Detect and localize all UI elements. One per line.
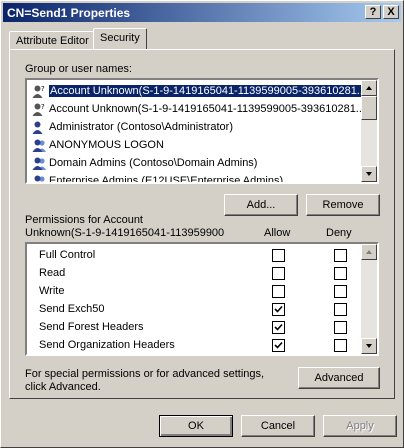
deny-column-header: Deny bbox=[326, 227, 352, 239]
permissions-label-line1: Permissions for Account bbox=[25, 214, 143, 226]
close-button[interactable]: X bbox=[383, 5, 399, 19]
svg-text:?: ? bbox=[41, 103, 45, 111]
user-list-item-label: Account Unknown(S-1-9-1419165041-1139599… bbox=[49, 85, 367, 97]
arrow-up-icon bbox=[366, 250, 372, 254]
permission-name: Send Exch50 bbox=[39, 303, 105, 315]
remove-button[interactable]: Remove bbox=[306, 194, 380, 216]
permissions-listbox[interactable]: Full Control Read Write Send Exch50 Send For… bbox=[25, 242, 379, 356]
arrow-down-icon bbox=[366, 344, 372, 348]
special-permissions-note-line2: click Advanced. bbox=[25, 381, 101, 393]
user-list-item[interactable]: Enterprise Admins (E12USE\Enterprise Adm… bbox=[29, 172, 284, 184]
users-listbox[interactable]: ? Account Unknown(S-1-9-1419165041-113959… bbox=[25, 78, 379, 184]
permission-row: Send Forest Headers bbox=[29, 318, 359, 336]
users-scrollbar[interactable] bbox=[361, 80, 377, 182]
tab-label: Attribute Editor bbox=[16, 35, 89, 47]
deny-checkbox[interactable] bbox=[334, 303, 347, 316]
scroll-up-button[interactable] bbox=[361, 244, 377, 260]
permission-name: Send Forest Headers bbox=[39, 321, 144, 333]
scroll-thumb[interactable] bbox=[361, 96, 377, 120]
user-list-item[interactable]: Administrator (Contoso\Administrator) bbox=[29, 118, 233, 136]
cancel-button[interactable]: Cancel bbox=[241, 415, 315, 437]
deny-checkbox[interactable] bbox=[334, 285, 347, 298]
window-title: CN=Send1 Properties bbox=[7, 6, 131, 20]
user-list-item[interactable]: ? Account Unknown(S-1-9-1419165041-113959… bbox=[29, 100, 365, 118]
add-button[interactable]: Add... bbox=[224, 194, 298, 216]
user-list-item[interactable]: Domain Admins (Contoso\Domain Admins) bbox=[29, 154, 257, 172]
svg-text:?: ? bbox=[41, 85, 45, 93]
scroll-down-button[interactable] bbox=[361, 166, 377, 182]
permission-row: Write bbox=[29, 282, 359, 300]
tab-attribute-editor[interactable]: Attribute Editor bbox=[9, 31, 95, 49]
apply-button[interactable]: Apply bbox=[323, 415, 397, 437]
allow-checkbox[interactable] bbox=[272, 249, 285, 262]
unknown-user-icon: ? bbox=[32, 103, 45, 116]
deny-checkbox[interactable] bbox=[334, 321, 347, 334]
user-list-item-label: Account Unknown(S-1-9-1419165041-1139599… bbox=[49, 103, 365, 115]
unknown-user-icon: ? bbox=[32, 85, 45, 98]
tab-security[interactable]: Security bbox=[93, 28, 147, 49]
permission-row: Read bbox=[29, 264, 359, 282]
group-icon bbox=[32, 157, 46, 170]
title-bar[interactable]: CN=Send1 Properties ? X bbox=[3, 3, 401, 22]
permission-row: Send Exch50 bbox=[29, 300, 359, 318]
permission-name: Write bbox=[39, 285, 65, 297]
ok-button-label: OK bbox=[188, 420, 204, 432]
permission-name: Send Organization Headers bbox=[39, 339, 175, 351]
deny-checkbox[interactable] bbox=[334, 249, 347, 262]
user-icon bbox=[32, 121, 43, 134]
group-user-names-label: Group or user names: bbox=[25, 63, 132, 75]
scroll-up-button[interactable] bbox=[361, 80, 377, 96]
advanced-button[interactable]: Advanced bbox=[298, 367, 380, 389]
permissions-label-line2: Unknown(S-1-9-1419165041-113959900 bbox=[25, 227, 225, 239]
tab-label: Security bbox=[100, 32, 140, 44]
user-list-item-label: Administrator (Contoso\Administrator) bbox=[49, 121, 234, 133]
security-panel: Group or user names: ? Account Unknown(S-… bbox=[9, 49, 395, 399]
user-list-item-label: Domain Admins (Contoso\Domain Admins) bbox=[49, 157, 258, 169]
permission-name: Read bbox=[39, 267, 66, 279]
special-permissions-note-line1: For special permissions or for advanced … bbox=[25, 368, 265, 380]
arrow-down-icon bbox=[366, 172, 372, 176]
permissions-scrollbar[interactable] bbox=[361, 244, 377, 354]
allow-checkbox[interactable] bbox=[272, 339, 285, 352]
deny-checkbox[interactable] bbox=[334, 267, 347, 280]
permission-row: Send Organization Headers bbox=[29, 336, 359, 354]
user-list-item-label: Enterprise Admins (E12USE\Enterprise Adm… bbox=[49, 175, 284, 184]
ok-button[interactable]: OK bbox=[159, 415, 233, 437]
permission-name: Full Control bbox=[39, 249, 96, 261]
remove-button-label: Remove bbox=[322, 199, 364, 211]
add-button-label: Add... bbox=[246, 199, 276, 211]
user-list-item[interactable]: ? Account Unknown(S-1-9-1419165041-113959… bbox=[29, 82, 367, 100]
properties-dialog: CN=Send1 Properties ? X Attribute Editor… bbox=[0, 0, 404, 448]
permission-row: Full Control bbox=[29, 246, 359, 264]
allow-checkbox[interactable] bbox=[272, 267, 285, 280]
allow-checkbox[interactable] bbox=[272, 285, 285, 298]
user-list-item[interactable]: ANONYMOUS LOGON bbox=[29, 136, 164, 154]
advanced-button-label: Advanced bbox=[314, 372, 364, 384]
allow-column-header: Allow bbox=[264, 227, 291, 239]
allow-checkbox[interactable] bbox=[272, 321, 285, 334]
group-icon bbox=[34, 175, 45, 182]
cancel-button-label: Cancel bbox=[260, 420, 296, 432]
allow-checkbox[interactable] bbox=[272, 303, 285, 316]
user-list-item-label: ANONYMOUS LOGON bbox=[49, 139, 164, 151]
arrow-up-icon bbox=[366, 86, 372, 90]
apply-button-label: Apply bbox=[346, 420, 374, 432]
help-button[interactable]: ? bbox=[365, 5, 381, 19]
scroll-down-button[interactable] bbox=[361, 338, 377, 354]
deny-checkbox[interactable] bbox=[334, 339, 347, 352]
group-icon bbox=[32, 139, 46, 152]
